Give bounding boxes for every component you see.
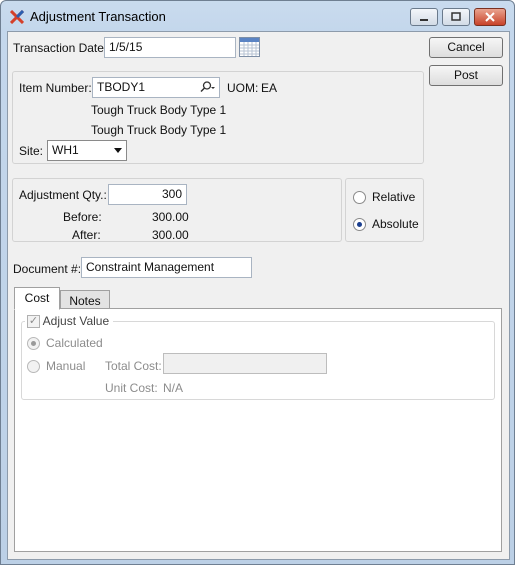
total-cost-field[interactable] xyxy=(163,353,327,374)
site-select[interactable]: WH1 xyxy=(47,140,127,161)
item-number-label: Item Number: xyxy=(19,81,92,95)
maximize-button[interactable] xyxy=(442,8,470,26)
manual-label: Manual xyxy=(46,359,86,373)
adjust-value-checkbox[interactable]: ✓ xyxy=(27,315,40,329)
post-button[interactable]: Post xyxy=(429,65,503,86)
search-icon[interactable] xyxy=(198,81,216,93)
total-cost-label: Total Cost: xyxy=(105,359,162,373)
item-description-2: Tough Truck Body Type 1 xyxy=(91,123,227,137)
document-number-field[interactable]: Constraint Management xyxy=(81,257,252,278)
adjust-value-group: ✓ Adjust Value Calculated Manual Total C… xyxy=(21,314,495,400)
quantity-group: Adjustment Qty.: 300 Before: 300.00 Afte… xyxy=(12,178,342,242)
adjust-value-checkbox-wrap: ✓ Adjust Value xyxy=(25,314,114,329)
window: Adjustment Transaction Transaction Date:… xyxy=(0,0,515,565)
after-value: 300.00 xyxy=(152,228,189,242)
transaction-date-label: Transaction Date: xyxy=(13,41,108,55)
minimize-button[interactable] xyxy=(410,8,438,26)
close-button[interactable] xyxy=(474,8,506,26)
document-number-label: Document #: xyxy=(13,262,82,276)
site-value: WH1 xyxy=(52,143,79,157)
item-group: Item Number: TBODY1 UOM: EA Tough Truck … xyxy=(12,71,424,164)
relative-label: Relative xyxy=(372,190,416,204)
tab-cost[interactable]: Cost xyxy=(14,287,60,310)
calendar-icon[interactable] xyxy=(239,37,260,57)
before-value: 300.00 xyxy=(152,210,189,224)
adjustment-qty-label: Adjustment Qty.: xyxy=(19,188,107,202)
item-description-1: Tough Truck Body Type 1 xyxy=(91,103,227,117)
manual-radio[interactable] xyxy=(27,360,40,373)
adjustment-qty-field[interactable]: 300 xyxy=(108,184,187,205)
window-title: Adjustment Transaction xyxy=(30,9,166,24)
calculated-label: Calculated xyxy=(46,336,103,350)
maximize-icon xyxy=(451,12,461,21)
close-icon xyxy=(485,12,495,22)
minimize-icon xyxy=(420,19,428,21)
site-label: Site: xyxy=(19,144,44,158)
app-logo-icon xyxy=(10,10,24,24)
transaction-date-field[interactable]: 1/5/15 xyxy=(104,37,236,58)
dialog-body: Transaction Date: 1/5/15 Cancel Post Ite… xyxy=(7,31,510,560)
unit-cost-label: Unit Cost: xyxy=(105,381,158,395)
item-number-value: TBODY1 xyxy=(97,80,146,94)
after-label: After: xyxy=(72,228,101,242)
before-label: Before: xyxy=(63,210,102,224)
absolute-radio[interactable] xyxy=(353,218,366,231)
adjust-value-label: Adjust Value xyxy=(42,314,110,328)
absolute-label: Absolute xyxy=(372,217,419,231)
mode-group: Relative Absolute xyxy=(345,178,424,242)
uom-label: UOM: xyxy=(227,81,259,95)
uom-value: EA xyxy=(261,81,278,95)
chevron-down-icon xyxy=(114,148,122,153)
title-bar: Adjustment Transaction xyxy=(1,1,514,31)
unit-cost-value: N/A xyxy=(163,381,184,395)
calculated-radio[interactable] xyxy=(27,337,40,350)
relative-radio[interactable] xyxy=(353,191,366,204)
cost-tab-panel: ✓ Adjust Value Calculated Manual Total C… xyxy=(14,308,502,552)
cancel-button[interactable]: Cancel xyxy=(429,37,503,58)
